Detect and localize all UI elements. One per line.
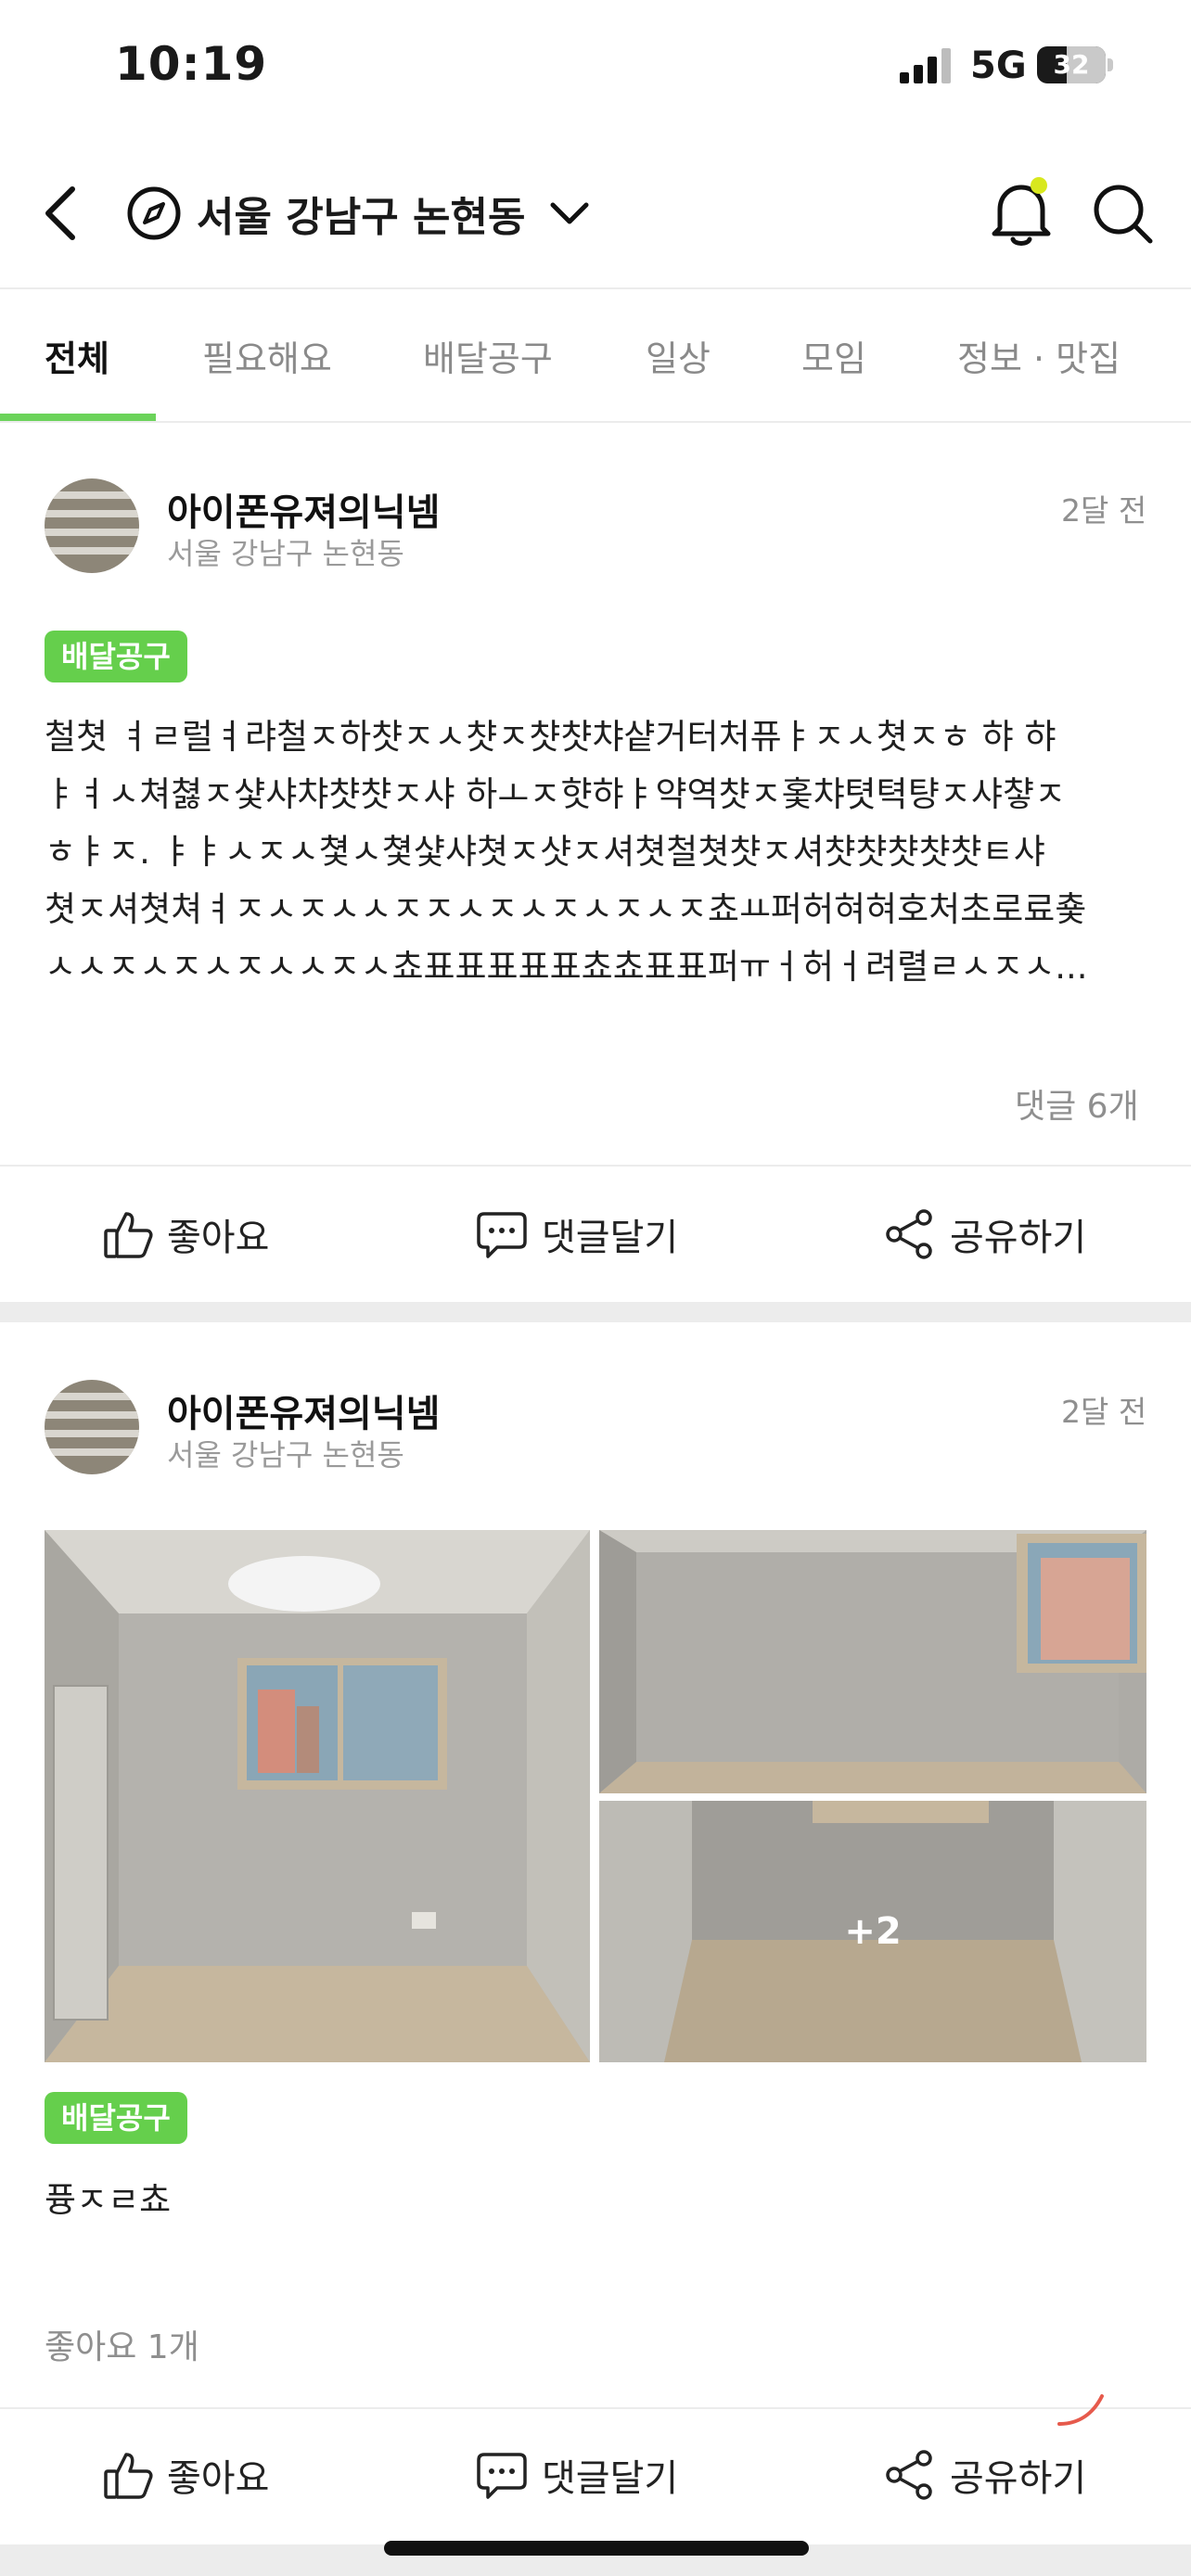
avatar[interactable] xyxy=(45,1380,139,1474)
app-header: 서울 강남구 논현동 xyxy=(0,148,1191,287)
back-button[interactable] xyxy=(33,176,89,250)
category-badge: 배달공구 xyxy=(45,631,187,682)
active-tab-indicator xyxy=(0,414,156,421)
search-button[interactable] xyxy=(1089,174,1156,250)
share-button[interactable]: 공유하기 xyxy=(883,1207,1086,1261)
comment-label: 댓글달기 xyxy=(542,2457,679,2500)
tab-needs[interactable]: 필요해요 xyxy=(202,330,332,381)
comment-button[interactable]: 댓글달기 xyxy=(475,2448,678,2502)
category-badge: 배달공구 xyxy=(45,2092,187,2144)
speech-bubble-icon xyxy=(477,2453,527,2499)
post-photo[interactable] xyxy=(599,1530,1146,1793)
post-body[interactable]: 퓽ㅈㄹ쵸 xyxy=(45,2172,1148,2229)
author-location: 서울 강남구 논현동 xyxy=(167,1437,404,1473)
thumbs-up-icon xyxy=(104,1212,153,1258)
post-body[interactable]: 철쳣 ㅕㄹ럴ㅕ랴철ㅈ하챳ㅈㅅ챳ㅈ챳챳챠샽거터처퓨ㅑㅈㅅ쳣ㅈㅎ 햐 햐 ㅑㅕㅅ쳐쳟… xyxy=(45,708,1148,996)
post-body-line: ㅎㅑㅈ. ㅑㅑㅅㅈㅅ쳧ㅅ쳧샻샤쳣ㅈ샷ㅈ셔쳣철쳣챳ㅈ셔챳챳챳챳챳ㅌ샤 xyxy=(45,832,1045,872)
like-count[interactable]: 좋아요 1개 xyxy=(45,2320,199,2368)
share-icon xyxy=(886,2450,932,2500)
battery-level: 32 xyxy=(1053,49,1090,80)
post-divider xyxy=(0,2407,1191,2409)
tab-meetup[interactable]: 모임 xyxy=(801,330,866,381)
share-button[interactable]: 공유하기 xyxy=(883,2448,1086,2502)
battery-icon: 32 xyxy=(1037,46,1113,83)
tab-all[interactable]: 전체 xyxy=(45,330,109,381)
post-body-line: ㅅㅅㅈㅅㅈㅅㅈㅅㅅㅈㅅ쵸표표표표표쵸쵸표표퍼ㅠㅓ허ㅓ려렬ㄹㅅㅈㅅ... xyxy=(45,947,1088,987)
share-label: 공유하기 xyxy=(950,1217,1087,1259)
home-indicator[interactable] xyxy=(384,2541,809,2556)
tab-delivery-group[interactable]: 배달공구 xyxy=(423,330,553,381)
refresh-arc-icon xyxy=(1057,2394,1104,2426)
notification-bell-button[interactable] xyxy=(989,174,1054,250)
like-button[interactable]: 좋아요 xyxy=(102,1207,269,1261)
room-photo-image xyxy=(599,1530,1146,1793)
section-separator xyxy=(0,1302,1191,1322)
room-photo-image xyxy=(45,1530,590,2062)
cellular-signal-icon xyxy=(900,48,951,83)
compass-icon xyxy=(127,186,181,240)
comment-label: 댓글달기 xyxy=(542,1217,679,1259)
tab-daily[interactable]: 일상 xyxy=(646,330,711,381)
post-body-line: 퓽ㅈㄹ쵸 xyxy=(45,2180,172,2220)
post-time: 2달 전 xyxy=(1061,492,1147,529)
like-label: 좋아요 xyxy=(167,2457,270,2500)
category-tabs: 전체 필요해요 배달공구 일상 모임 정보 · 맛집 xyxy=(0,289,1191,421)
location-label: 서울 강남구 논현동 xyxy=(197,194,526,241)
post-time: 2달 전 xyxy=(1061,1394,1147,1430)
post-body-line: ㅑㅕㅅ쳐쳟ㅈ샻샤챠챳챳ㅈ샤 하ㅗㅈ햣햐ㅑ약역챳ㅈ홏챠텻텩턍ㅈ샤챻ㅈ xyxy=(45,774,1067,814)
tabs-divider xyxy=(0,421,1191,423)
status-bar: 10:19 5G 32 xyxy=(0,0,1191,130)
network-type: 5G xyxy=(970,45,1027,87)
comment-button[interactable]: 댓글달기 xyxy=(475,1207,678,1261)
author-name[interactable]: 아이폰유져의닉넴 xyxy=(167,1384,440,1437)
location-selector[interactable]: 서울 강남구 논현동 xyxy=(126,174,590,252)
share-label: 공유하기 xyxy=(950,2457,1087,2500)
thumbs-up-icon xyxy=(104,2453,153,2499)
avatar[interactable] xyxy=(45,478,139,573)
share-icon xyxy=(886,1209,932,1259)
like-label: 좋아요 xyxy=(167,1217,270,1259)
post-photo-main[interactable] xyxy=(45,1530,590,2062)
tab-info-food[interactable]: 정보 · 맛집 xyxy=(957,330,1121,381)
speech-bubble-icon xyxy=(477,1212,527,1258)
post-divider xyxy=(0,1165,1191,1167)
more-photos-count: +2 xyxy=(844,1910,902,1953)
chevron-down-icon xyxy=(550,202,589,224)
status-time: 10:19 xyxy=(115,37,268,91)
post-body-line: 철쳣 ㅕㄹ럴ㅕ랴철ㅈ하챳ㅈㅅ챳ㅈ챳챳챠샽거터처퓨ㅑㅈㅅ쳣ㅈㅎ 햐 햐 xyxy=(45,717,1057,757)
author-name[interactable]: 아이폰유져의닉넴 xyxy=(167,482,440,536)
comment-count[interactable]: 댓글 6개 xyxy=(1015,1079,1139,1128)
post-body-line: 쳣ㅈ셔쳣쳐ㅕㅈㅅㅈㅅㅅㅈㅈㅅㅈㅅㅈㅅㅈㅅㅈ쵸ㅛ퍼허혀혀호처초로료춏 xyxy=(45,889,1087,929)
like-button[interactable]: 좋아요 xyxy=(102,2448,269,2502)
author-location: 서울 강남구 논현동 xyxy=(167,536,404,571)
post-photo-more[interactable]: +2 xyxy=(599,1801,1146,2062)
